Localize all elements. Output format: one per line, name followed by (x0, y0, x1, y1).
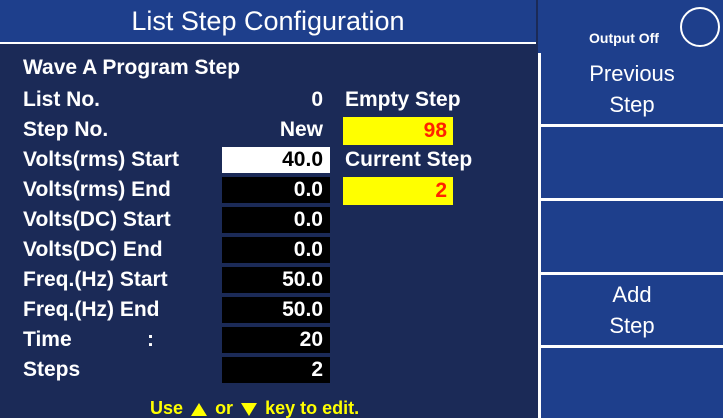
hint-text-use: Use (150, 398, 184, 418)
freq-end-field[interactable]: 50.0 (222, 297, 330, 323)
volts-dc-end-row[interactable]: Volts(DC) End 0.0 (0, 236, 536, 266)
freq-start-row[interactable]: Freq.(Hz) Start 50.0 (0, 266, 536, 296)
title-bar: List Step Configuration (0, 0, 536, 44)
freq-end-label: Freq.(Hz) End (23, 298, 160, 321)
volts-dc-end-field[interactable]: 0.0 (222, 237, 330, 263)
output-status-label: Output Off (589, 30, 659, 46)
add-step-button[interactable]: Add Step (541, 275, 723, 345)
volts-rms-end-row[interactable]: Volts(rms) End 0.0 2 (0, 176, 536, 206)
wave-header: Wave A Program Step (23, 56, 241, 79)
config-panel: Wave A Program Step List No. 0 Empty Ste… (0, 46, 536, 418)
volts-rms-end-field[interactable]: 0.0 (222, 177, 330, 203)
list-no-row: List No. 0 Empty Step (0, 86, 536, 116)
softkey-3-button[interactable] (541, 201, 723, 272)
current-step-label: Current Step (345, 148, 473, 171)
status-bar: Output Off (538, 0, 723, 53)
volts-dc-start-row[interactable]: Volts(DC) Start 0.0 (0, 206, 536, 236)
freq-start-label: Freq.(Hz) Start (23, 268, 168, 291)
edit-hint: Use or key to edit. (150, 398, 359, 418)
previous-step-line1: Previous (589, 60, 675, 86)
steps-row[interactable]: Steps 2 (0, 356, 536, 386)
volts-dc-start-label: Volts(DC) Start (23, 208, 171, 231)
steps-field[interactable]: 2 (222, 357, 330, 383)
output-indicator-icon (680, 7, 720, 47)
volts-rms-start-label: Volts(rms) Start (23, 148, 179, 171)
step-no-label: Step No. (23, 118, 109, 141)
hint-text-or: or (215, 398, 234, 418)
down-arrow-icon (241, 402, 258, 416)
previous-step-line2: Step (609, 91, 655, 117)
freq-start-field[interactable]: 50.0 (222, 267, 330, 293)
softkey-panel: Previous Step Add Step (538, 53, 723, 418)
freq-end-row[interactable]: Freq.(Hz) End 50.0 (0, 296, 536, 326)
previous-step-button[interactable]: Previous Step (541, 53, 723, 124)
time-colon: : (147, 328, 154, 351)
time-row[interactable]: Time : 20 (0, 326, 536, 356)
volts-dc-end-label: Volts(DC) End (23, 238, 163, 261)
list-no-label: List No. (23, 88, 100, 111)
hint-text-key: key to edit. (265, 398, 360, 418)
volts-rms-start-field[interactable]: 40.0 (222, 147, 330, 173)
list-no-value: 0 (311, 88, 323, 111)
time-label: Time (23, 328, 72, 351)
step-no-value: New (279, 118, 323, 141)
empty-step-value: 98 (343, 117, 453, 145)
current-step-value: 2 (343, 177, 453, 205)
time-field[interactable]: 20 (222, 327, 330, 353)
volts-dc-start-field[interactable]: 0.0 (222, 207, 330, 233)
step-no-row: Step No. New 98 (0, 116, 536, 146)
add-step-line1: Add (612, 282, 652, 307)
volts-rms-end-label: Volts(rms) End (23, 178, 171, 201)
empty-step-label: Empty Step (345, 88, 461, 111)
softkey-2-button[interactable] (541, 127, 723, 198)
steps-label: Steps (23, 358, 81, 381)
page-title: List Step Configuration (131, 5, 405, 36)
volts-rms-start-row[interactable]: Volts(rms) Start 40.0 Current Step (0, 146, 536, 176)
up-arrow-icon (191, 402, 208, 416)
softkey-5-button[interactable] (541, 348, 723, 418)
wave-header-row: Wave A Program Step (0, 56, 536, 86)
add-step-line2: Step (609, 313, 655, 338)
